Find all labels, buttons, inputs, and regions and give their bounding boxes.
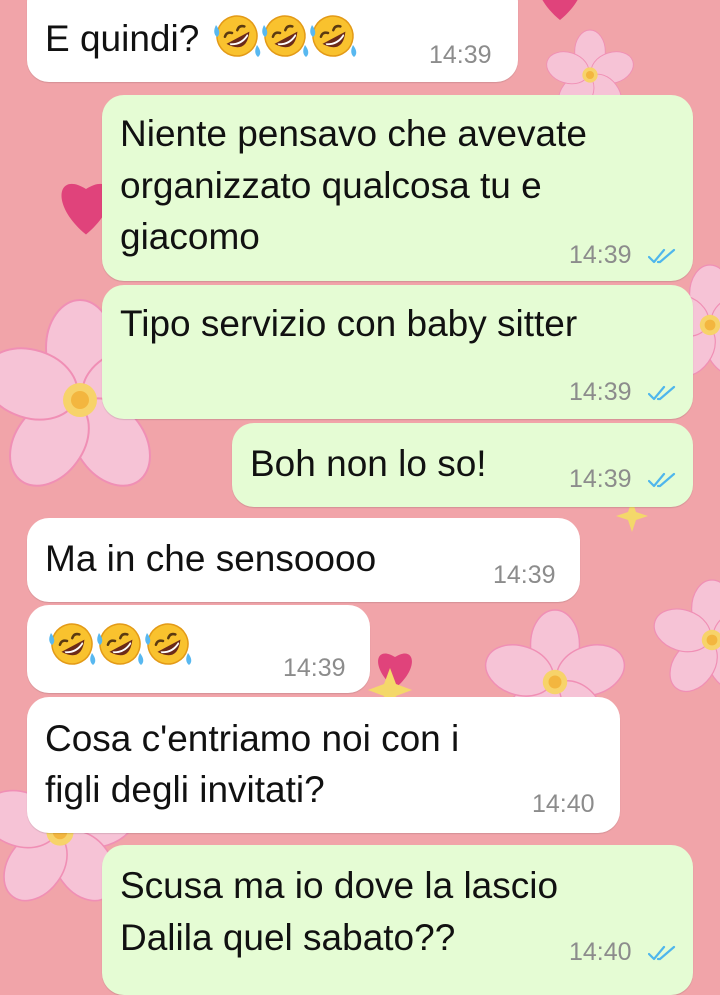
message-timestamp: 14:39 [569,465,632,493]
rofl-emoji [210,13,264,59]
message-timestamp: 14:39 [493,561,556,589]
message-bubble-outgoing[interactable]: Scusa ma io dove la lascio Dalila quel s… [102,845,693,995]
message-text-line: figli degli invitati? [45,769,325,810]
read-receipt-icon [648,248,676,264]
message-bubble-incoming[interactable]: E quindi? 14:39 [27,0,518,82]
message-timestamp: 14:39 [569,241,632,269]
read-receipt-icon [648,472,676,488]
message-bubble-incoming[interactable]: 14:39 [27,605,370,693]
message-text: Boh non lo so! [250,443,487,484]
heart-icon [537,0,583,21]
read-receipt-icon [648,385,676,401]
message-timestamp: 14:39 [429,41,492,69]
message-bubble-incoming[interactable]: Cosa c'entriamo noi con i figli degli in… [27,697,620,833]
message-timestamp: 14:39 [569,378,632,406]
message-text-line: organizzato qualcosa tu e [120,165,542,206]
message-text: Tipo servizio con baby sitter [120,303,578,344]
message-bubble-outgoing[interactable]: Niente pensavo che avevate organizzato q… [102,95,693,281]
rofl-emoji [258,13,312,59]
message-text: E quindi? [45,18,200,59]
message-text-line: giacomo [120,216,260,257]
rofl-emoji [306,13,360,59]
message-bubble-outgoing[interactable]: Tipo servizio con baby sitter 14:39 [102,285,693,419]
message-text-line: Cosa c'entriamo noi con i [45,718,460,759]
message-timestamp: 14:39 [283,654,346,682]
message-text-line: Niente pensavo che avevate [120,113,587,154]
message-bubble-incoming[interactable]: Ma in che sensoooo 14:39 [27,518,580,602]
message-timestamp: 14:40 [532,790,595,818]
cherry-blossom-icon [648,579,720,702]
message-text-line: Scusa ma io dove la lascio [120,865,559,906]
rofl-emoji [93,621,147,667]
message-text-line: Dalila quel sabato?? [120,917,456,958]
message-text: Ma in che sensoooo [45,538,377,579]
message-bubble-outgoing[interactable]: Boh non lo so! 14:39 [232,423,693,507]
rofl-emoji [45,621,99,667]
read-receipt-icon [648,945,676,961]
message-timestamp: 14:40 [569,938,632,966]
rofl-emoji [141,621,195,667]
